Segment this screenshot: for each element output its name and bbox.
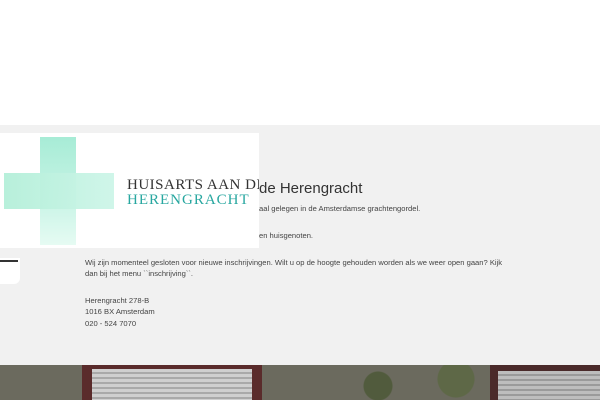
secondary-text: en huisgenoten. — [259, 231, 314, 240]
medical-cross-icon-horizontal — [4, 173, 114, 209]
header-area — [0, 0, 600, 125]
phone-number[interactable]: 020 - 524 7070 — [85, 318, 136, 329]
intro-text: aal gelegen in de Amsterdamse grachtengo… — [259, 204, 421, 213]
page-title: de Herengracht — [259, 180, 363, 197]
notice-text-line2: dan bij het menu ``inschrijving``. — [85, 269, 194, 278]
window-blind — [92, 369, 252, 400]
address-street: Herengracht 278-B — [85, 296, 150, 305]
menu-toggle[interactable] — [0, 258, 20, 284]
logo-title-line2: HERENGRACHT — [127, 192, 250, 208]
address-city: 1016 BX Amsterdam — [85, 307, 155, 316]
site-logo[interactable]: HUISARTS AAN DE HERENGRACHT — [0, 133, 259, 248]
notice-text-line1: Wij zijn momenteel gesloten voor nieuwe … — [85, 258, 503, 267]
menu-icon — [0, 260, 18, 262]
window-blind-right — [498, 371, 600, 400]
building-photo — [0, 365, 600, 400]
